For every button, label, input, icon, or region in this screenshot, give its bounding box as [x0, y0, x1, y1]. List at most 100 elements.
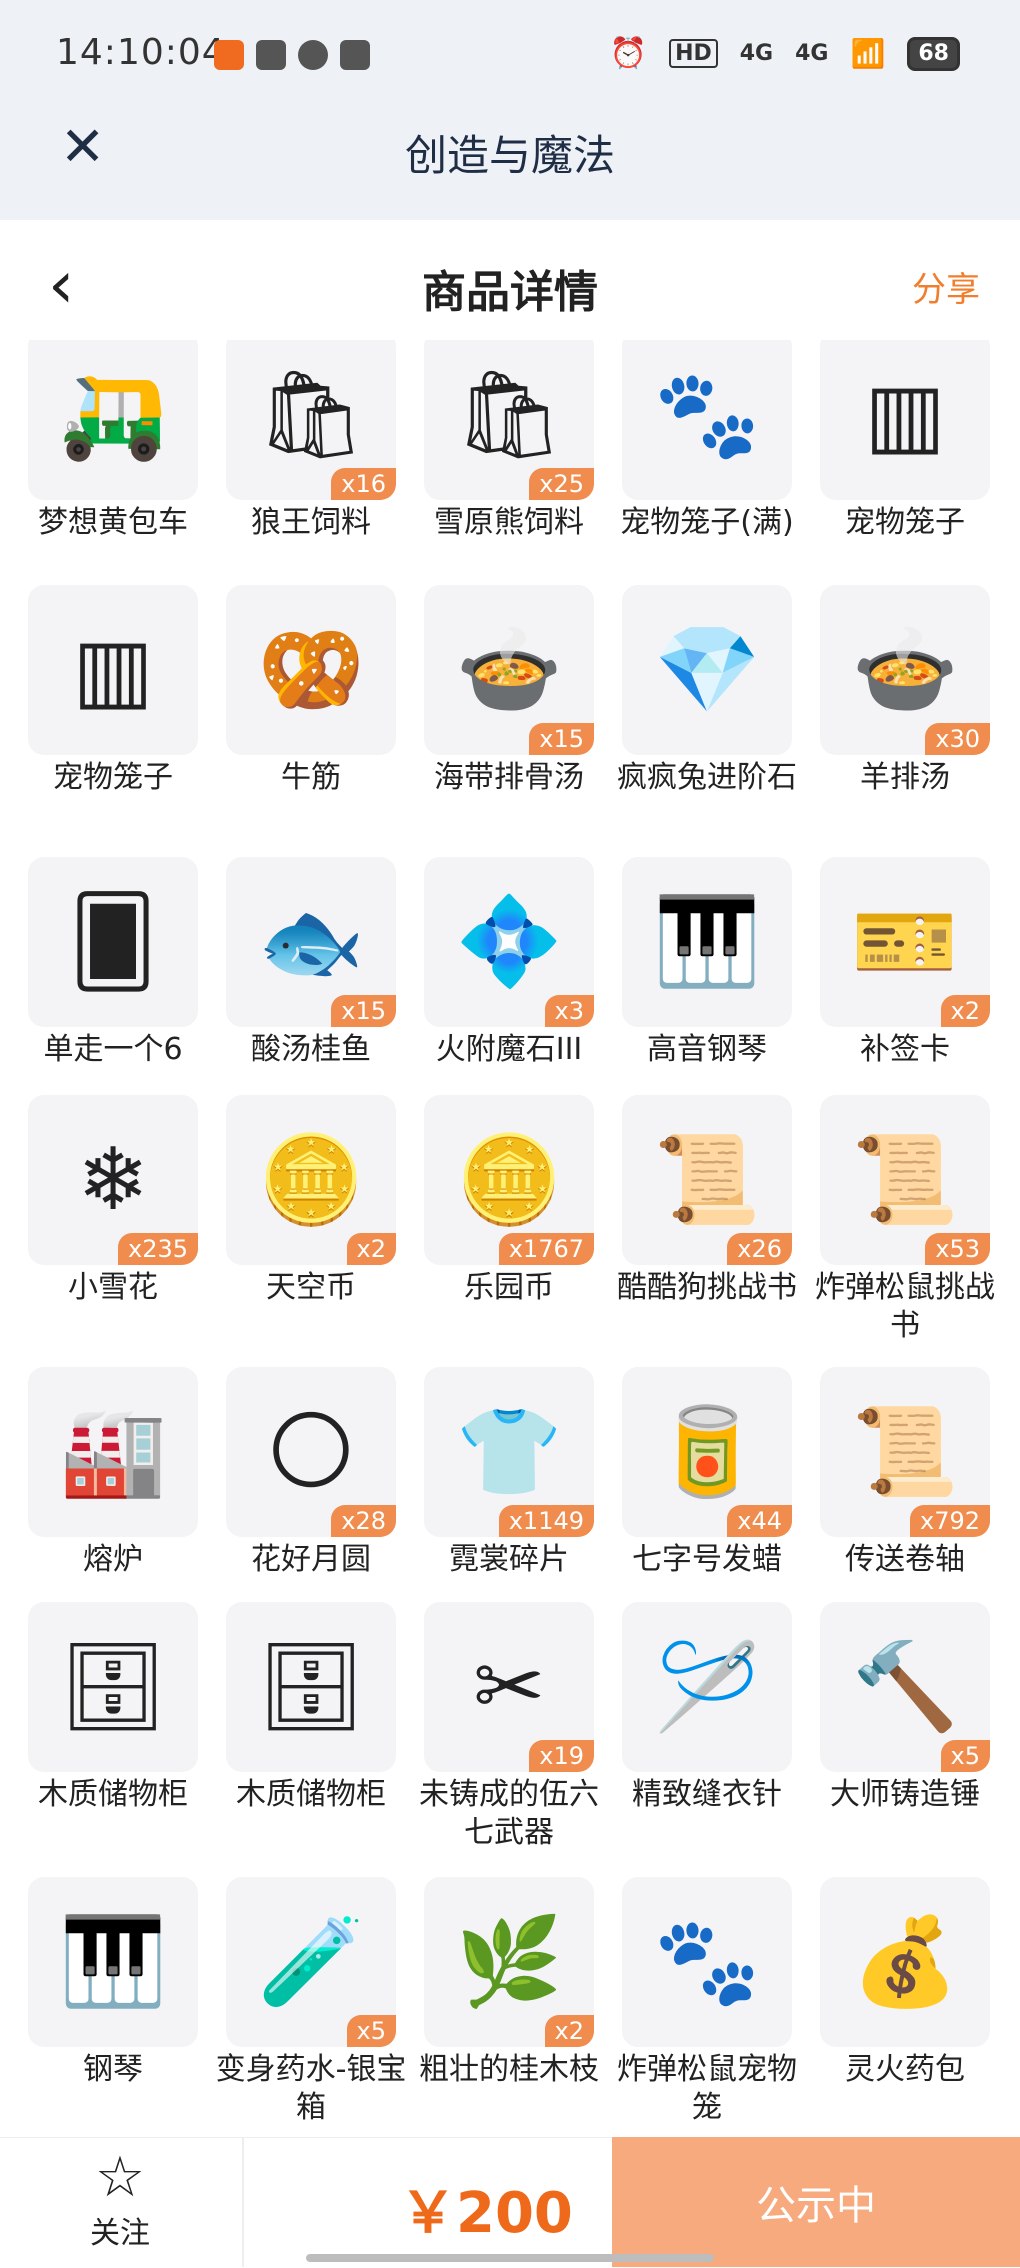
grid-item[interactable]: 🧪 x5 变身药水-银宝箱	[216, 1877, 406, 2127]
item-name: 炸弹松鼠宠物笼	[617, 2052, 797, 2125]
item-name: 乐园币	[464, 1270, 554, 1305]
branch-icon: 🌿	[455, 1912, 563, 2012]
signal-4g-icon: 4G	[739, 41, 774, 66]
item-name: 雪原熊饲料	[434, 505, 584, 540]
grid-item[interactable]: 🎹 高音钢琴	[622, 857, 792, 1069]
item-tile: ▥	[820, 340, 990, 500]
item-tile: 📜 x792	[820, 1367, 990, 1537]
grid-item[interactable]: 🍲 x15 海带排骨汤	[424, 585, 594, 797]
grid-item[interactable]: 🥫 x44 七字号发蜡	[622, 1367, 792, 1579]
grid-item[interactable]: 🪙 x1767 乐园币	[424, 1095, 594, 1307]
grid-item[interactable]: 🛺 梦想黄包车	[28, 340, 198, 542]
grid-item[interactable]: 📜 x26 酷酷狗挑战书	[617, 1095, 797, 1307]
page-title: 商品详情	[422, 267, 598, 318]
item-name: 高音钢琴	[647, 1032, 767, 1067]
grid-item[interactable]: 🂠 单走一个6	[28, 857, 198, 1069]
grid-item[interactable]: 🎫 x2 补签卡	[820, 857, 990, 1069]
item-tile: 🗄	[28, 1602, 198, 1772]
grid-item[interactable]: 🎹 钢琴	[28, 1877, 198, 2089]
grid-item[interactable]: 🥨 牛筋	[226, 585, 396, 797]
quantity-badge: x15	[331, 995, 396, 1027]
snowflake-icon: ❄	[76, 1130, 150, 1230]
share-button[interactable]: 分享	[912, 262, 980, 311]
item-name: 炸弹松鼠挑战书	[815, 1270, 995, 1343]
item-name: 海带排骨汤	[434, 760, 584, 795]
quantity-badge: x25	[529, 468, 594, 500]
grid-item[interactable]: ❄ x235 小雪花	[28, 1095, 198, 1307]
quantity-badge: x5	[346, 2015, 396, 2047]
quantity-badge: x28	[331, 1505, 396, 1537]
piano-icon: 🎹	[59, 1912, 167, 2012]
hammer-icon: 🔨	[851, 1637, 959, 1737]
grid-item[interactable]: 🐾 宠物笼子(满)	[620, 340, 794, 542]
gem-stone-icon: 💎	[653, 620, 761, 720]
signal-4g-icon: 4G	[795, 41, 829, 66]
grid-item[interactable]: 💎 疯疯兔进阶石	[617, 585, 797, 797]
battery-icon: 68	[907, 36, 960, 71]
herb-bag-icon: 💰	[851, 1912, 959, 2012]
item-name: 精致缝衣针	[632, 1777, 782, 1812]
grid-item[interactable]: 🪙 x2 天空币	[226, 1095, 396, 1307]
grid-item[interactable]: 🪡 精致缝衣针	[622, 1602, 792, 1814]
wanted-poster-icon: 📜	[851, 1130, 959, 1230]
item-tile: 📜 x26	[622, 1095, 792, 1265]
grid-item[interactable]: 🏭 熔炉	[28, 1367, 198, 1579]
needle-icon: 🪡	[653, 1637, 761, 1737]
item-tile: 🛍 x16	[226, 340, 396, 500]
grid-item[interactable]: 📜 x53 炸弹松鼠挑战书	[815, 1095, 995, 1345]
furnace-icon: 🏭	[59, 1402, 167, 1502]
potion-icon: 🧪	[257, 1912, 365, 2012]
item-name: 霓裳碎片	[449, 1542, 569, 1577]
item-tile: 🛍 x25	[424, 340, 594, 500]
item-name: 狼王饲料	[251, 505, 371, 540]
grid-item[interactable]: ✂ x19 未铸成的伍六七武器	[419, 1602, 599, 1852]
scissors-icon: ✂	[472, 1637, 546, 1737]
grid-item[interactable]: 🗄 木质储物柜	[28, 1602, 198, 1814]
item-tile: ▥	[28, 585, 198, 755]
grid-item[interactable]: 🛍 x16 狼王饲料	[226, 340, 396, 542]
grid-item[interactable]: 🔨 x5 大师铸造锤	[820, 1602, 990, 1814]
grid-item[interactable]: 💠 x3 火附魔石III	[424, 857, 594, 1069]
item-tile: 🏭	[28, 1367, 198, 1537]
quantity-badge: x2	[940, 995, 990, 1027]
item-name: 梦想黄包车	[38, 505, 188, 540]
wifi-icon: 📶	[850, 37, 886, 70]
fish-dish-icon: 🐟	[257, 892, 365, 992]
item-tile: 🂠	[28, 857, 198, 1027]
grid-item[interactable]: 🐟 x15 酸汤桂鱼	[226, 857, 396, 1069]
grid-item[interactable]: 📜 x792 传送卷轴	[820, 1367, 990, 1579]
chat-icon	[340, 40, 370, 70]
alarm-icon: ⏰	[609, 36, 648, 71]
grid-item[interactable]: ▥ 宠物笼子	[820, 340, 990, 542]
mail-icon	[256, 40, 286, 70]
item-name: 变身药水-银宝箱	[215, 2052, 407, 2125]
item-name: 牛筋	[281, 760, 341, 795]
grid-item[interactable]: ▥ 宠物笼子	[28, 585, 198, 797]
item-tile: 🎫 x2	[820, 857, 990, 1027]
grid-item[interactable]: 🌿 x2 粗壮的桂木枝	[419, 1877, 599, 2089]
grid-item[interactable]: 🗄 木质储物柜	[226, 1602, 396, 1814]
item-tile: 🪡	[622, 1602, 792, 1772]
status-cta-button[interactable]: 公示中	[612, 2137, 1020, 2267]
grid-item[interactable]: 🛍 x25 雪原熊饲料	[424, 340, 594, 542]
item-tile: 🍲 x15	[424, 585, 594, 755]
grid-item[interactable]: 🌕 x28 花好月圆	[226, 1367, 396, 1579]
grid-item[interactable]: 👕 x1149 霓裳碎片	[424, 1367, 594, 1579]
follow-button[interactable]: ☆ 关注	[60, 2148, 180, 2252]
stew-icon: 🍲	[851, 620, 959, 720]
item-tile: 🗄	[226, 1602, 396, 1772]
grid-item[interactable]: 🍲 x30 羊排汤	[820, 585, 990, 797]
item-tile: 🌿 x2	[424, 1877, 594, 2047]
item-tile: 🐟 x15	[226, 857, 396, 1027]
quantity-badge: x5	[940, 1740, 990, 1772]
item-name: 传送卷轴	[845, 1542, 965, 1577]
star-icon: ☆	[94, 2145, 146, 2210]
quantity-badge: x3	[544, 995, 594, 1027]
item-tile: ✂ x19	[424, 1602, 594, 1772]
sky-coin-icon: 🪙	[257, 1130, 365, 1230]
wolf-food-bag-icon: 🛍	[256, 365, 366, 465]
scroll-icon: 📜	[851, 1402, 959, 1502]
grid-item[interactable]: 💰 灵火药包	[820, 1877, 990, 2089]
home-indicator[interactable]	[306, 2254, 714, 2262]
grid-item[interactable]: 🐾 炸弹松鼠宠物笼	[617, 1877, 797, 2127]
